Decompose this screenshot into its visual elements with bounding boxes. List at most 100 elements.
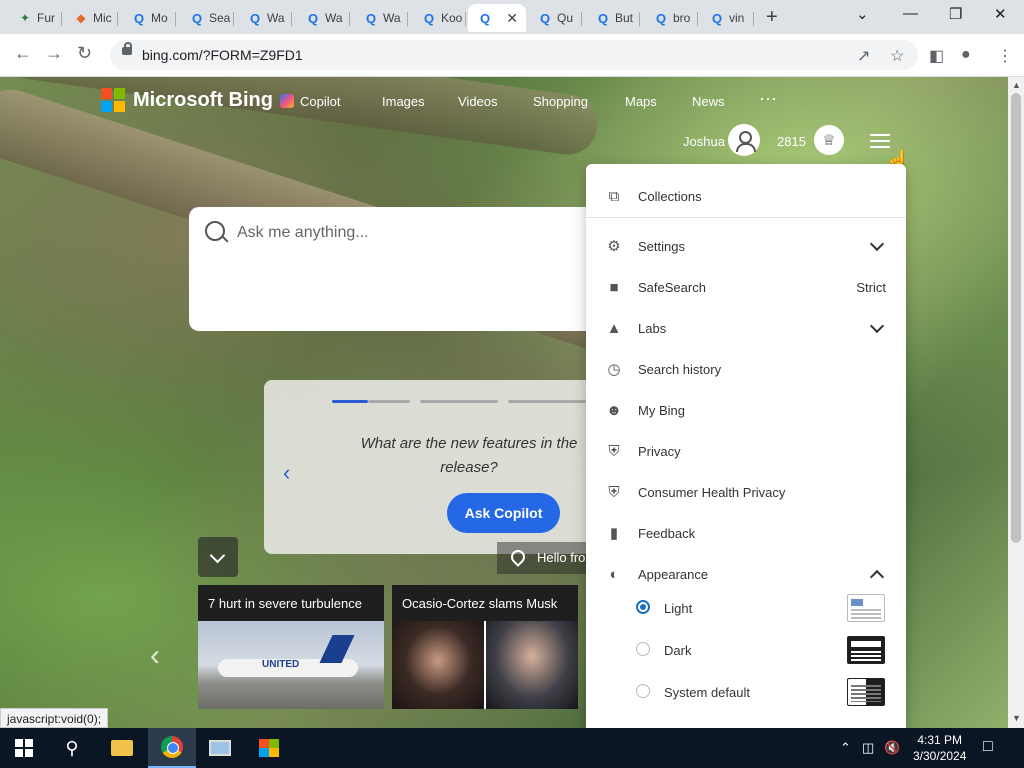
window-close-icon[interactable]: ✕ (994, 5, 1007, 23)
nav-copilot[interactable]: Copilot (280, 94, 340, 109)
tab-active[interactable]: Q ✕ (468, 4, 526, 32)
url-text[interactable]: bing.com/?FORM=Z9FD1 (142, 47, 303, 63)
scroll-up-icon[interactable]: ▲ (1012, 80, 1021, 90)
scroll-thumb[interactable] (1011, 93, 1021, 543)
computer-app-icon[interactable] (196, 728, 244, 768)
bookmark-star-icon[interactable]: ☆ (890, 46, 904, 66)
carousel-indicator[interactable] (420, 400, 498, 403)
tab-2[interactable]: ◆ Mic (64, 4, 118, 32)
nav-videos[interactable]: Videos (458, 94, 498, 109)
side-panel-icon[interactable]: ◧ (929, 46, 944, 66)
nav-images[interactable]: Images (382, 94, 425, 109)
chevron-left-icon[interactable]: ‹ (283, 460, 290, 486)
system-clock[interactable]: 4:31 PM 3/30/2024 (913, 732, 966, 764)
profile-icon[interactable]: ● (961, 46, 971, 64)
divider (586, 217, 906, 218)
tab-label: But (615, 11, 634, 25)
tab-13[interactable]: Qvin (700, 4, 754, 32)
user-name[interactable]: Joshua (683, 134, 725, 149)
new-tab-icon[interactable]: + (766, 6, 778, 29)
menu-item-settings[interactable]: ⚙ Settings (586, 227, 906, 267)
chrome-taskbar-icon[interactable] (148, 728, 196, 768)
minimize-icon[interactable]: — (903, 5, 918, 22)
page-scrollbar[interactable]: ▲ ▼ (1008, 77, 1024, 728)
taskbar-search-icon[interactable]: ⚲ (48, 728, 96, 768)
radio-light[interactable] (636, 600, 650, 614)
back-icon[interactable]: ← (14, 43, 32, 64)
news-headline[interactable]: 7 hurt in severe turbulence (208, 596, 362, 611)
menu-item-consumer-health-privacy[interactable]: ⛨ Consumer Health Privacy (586, 473, 906, 513)
menu-item-label: SafeSearch (638, 280, 706, 295)
menu-item-labs[interactable]: ▲ Labs (586, 309, 906, 349)
menu-item-my-bing[interactable]: ☻ My Bing (586, 391, 906, 431)
menu-kebab-icon[interactable]: ⋮ (997, 46, 1013, 66)
tab-7[interactable]: Q Wa (354, 4, 408, 32)
menu-item-appearance[interactable]: ◐ Appearance (586, 555, 906, 595)
tab-label: Wa (267, 11, 285, 25)
tab-6[interactable]: Q Wa (296, 4, 350, 32)
store-icon[interactable] (245, 728, 293, 768)
tray-chevron-up-icon[interactable]: ⌃ (840, 740, 851, 756)
menu-item-privacy[interactable]: ⛨ Privacy (586, 432, 906, 472)
appearance-option-label[interactable]: Dark (664, 643, 691, 658)
notification-icon[interactable]: □ (983, 738, 993, 756)
tab-11[interactable]: Q But (586, 4, 640, 32)
menu-item-label: Labs (638, 321, 667, 336)
network-icon[interactable]: ◫ (862, 740, 874, 756)
radio-dark[interactable] (636, 642, 650, 656)
scroll-down-icon[interactable]: ▼ (1012, 713, 1021, 723)
tab-4[interactable]: Q Sea (180, 4, 234, 32)
news-headline[interactable]: Ocasio-Cortez slams Musk (402, 596, 557, 611)
menu-item-feedback[interactable]: ▮ Feedback (586, 514, 906, 554)
hamburger-menu-icon[interactable] (870, 134, 890, 148)
nav-more-icon[interactable]: ··· (759, 88, 777, 109)
trophy-icon[interactable]: ♕ (814, 125, 844, 155)
carousel-indicator-active[interactable] (332, 400, 368, 403)
rewards-points[interactable]: 2815 (777, 134, 806, 149)
volume-muted-icon[interactable]: 🔇 (884, 740, 900, 756)
tab-label: Sea (209, 11, 231, 25)
share-icon[interactable]: ↗ (857, 46, 870, 66)
radio-system-default[interactable] (636, 684, 650, 698)
forward-icon[interactable]: → (45, 43, 63, 64)
news-card[interactable]: Ocasio-Cortez slams Musk (392, 585, 578, 709)
flask-icon: ▲ (606, 320, 622, 337)
tab-10[interactable]: Q Qu (528, 4, 582, 32)
carousel-indicator[interactable] (508, 400, 586, 403)
menu-item-search-history[interactable]: ◷ Search history (586, 350, 906, 390)
news-card[interactable]: 7 hurt in severe turbulence UNITED (198, 585, 384, 709)
ask-copilot-button[interactable]: Ask Copilot (447, 493, 560, 533)
menu-item-collections[interactable]: ⧉ Collections (586, 177, 906, 217)
system-theme-preview[interactable] (847, 678, 885, 706)
tab-5[interactable]: Q Wa (238, 4, 292, 32)
avatar[interactable] (728, 124, 760, 156)
bing-logo[interactable]: Microsoft Bing (101, 88, 273, 112)
nav-maps[interactable]: Maps (625, 94, 657, 109)
appearance-option-label[interactable]: Light (664, 601, 692, 616)
file-explorer-icon[interactable] (98, 728, 146, 768)
light-theme-preview[interactable] (847, 594, 885, 622)
carousel-indicator[interactable] (368, 400, 410, 403)
address-bar[interactable]: bing.com/?FORM=Z9FD1 (110, 40, 918, 70)
location-greeting[interactable]: Hello fro (497, 542, 592, 574)
search-box[interactable]: Ask me anything... (189, 207, 609, 331)
menu-item-safesearch[interactable]: ■ SafeSearch Strict (586, 268, 906, 308)
appearance-option-label[interactable]: System default (664, 685, 750, 700)
dark-theme-preview[interactable] (847, 636, 885, 664)
nav-shopping[interactable]: Shopping (533, 94, 588, 109)
search-input[interactable]: Ask me anything... (237, 224, 369, 242)
nav-news[interactable]: News (692, 94, 725, 109)
tab-3[interactable]: Q Mo (122, 4, 176, 32)
tab-search-icon[interactable]: ⌄ (856, 5, 869, 23)
tab-1[interactable]: ✦ Fur (8, 4, 62, 32)
start-button[interactable] (0, 728, 48, 768)
tab-8[interactable]: Q Koo (412, 4, 466, 32)
reload-icon[interactable]: ↻ (77, 43, 92, 64)
chevron-left-icon[interactable]: ‹ (150, 639, 160, 673)
close-icon[interactable]: ✕ (506, 10, 518, 27)
restore-icon[interactable]: ❐ (949, 5, 962, 23)
tab-label: Koo (441, 11, 463, 25)
settings-dropdown-menu: ⧉ Collections ⚙ Settings ■ SafeSearch St… (586, 164, 906, 734)
expand-chevron-down-icon[interactable] (198, 537, 238, 577)
tab-12[interactable]: Qbro (644, 4, 698, 32)
